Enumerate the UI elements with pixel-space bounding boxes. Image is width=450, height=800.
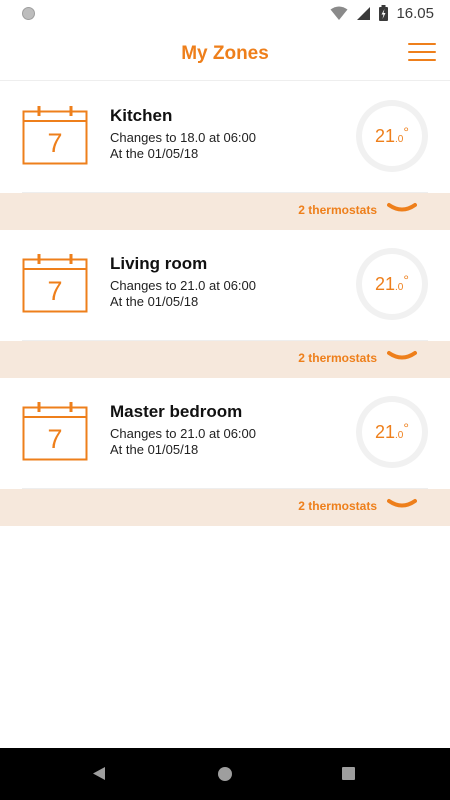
temperature-integer: 21 <box>375 125 396 146</box>
thermostats-toggle[interactable]: 2 thermostats <box>0 489 450 526</box>
thermostats-count: 2 thermostats <box>298 351 377 365</box>
degree-symbol: ° <box>403 124 409 140</box>
chevron-down-icon[interactable] <box>387 350 417 364</box>
schedule-change: Changes to 18.0 at 06:00 <box>110 130 257 145</box>
temperature-dial[interactable]: 21.0 ° <box>356 396 428 468</box>
zone-name: Kitchen <box>110 106 173 125</box>
back-icon[interactable] <box>92 766 106 786</box>
degree-symbol: ° <box>403 272 409 288</box>
zone-info: Kitchen Changes to 18.0 at 06:00 At the 01… <box>110 106 256 162</box>
zone-info: Master bedroom Changes to 21.0 at 06:00 At… <box>110 402 256 458</box>
app-bar: My Zones <box>0 26 450 81</box>
cell-signal-icon <box>356 6 371 21</box>
status-bar: 16.05 <box>0 0 450 26</box>
temperature-decimal: .0 <box>395 133 404 145</box>
zones-list: 7 Kitchen Changes to 18.0 at 06:00 At the 0… <box>0 82 450 526</box>
zone-card[interactable]: 7 Kitchen Changes to 18.0 at 06:00 At the 0… <box>0 82 450 193</box>
temperature-dial[interactable]: 21.0 ° <box>356 248 428 320</box>
degree-symbol: ° <box>403 420 409 436</box>
zone-name: Living room <box>110 254 208 273</box>
notification-dot-icon <box>22 7 35 20</box>
home-icon[interactable] <box>218 767 232 781</box>
temperature-integer: 21 <box>375 273 396 294</box>
thermostats-count: 2 thermostats <box>298 203 377 217</box>
schedule-date: At the 01/05/18 <box>110 294 199 309</box>
thermostats-toggle[interactable]: 2 thermostats <box>0 193 450 230</box>
battery-charging-icon <box>379 5 389 21</box>
thermostats-toggle[interactable]: 2 thermostats <box>0 341 450 378</box>
schedule-date: At the 01/05/18 <box>110 146 199 161</box>
zone-info: Living room Changes to 21.0 at 06:00 At th… <box>110 254 256 310</box>
wifi-icon <box>330 6 348 21</box>
calendar-icon: 7 <box>22 401 88 461</box>
temperature-decimal: .0 <box>395 281 404 293</box>
temperature-decimal: .0 <box>395 429 404 441</box>
hamburger-menu-icon[interactable] <box>408 40 436 64</box>
temperature-readout: 21.0 ° <box>362 106 422 166</box>
calendar-icon: 7 <box>22 253 88 313</box>
calendar-icon: 7 <box>22 105 88 165</box>
chevron-down-icon[interactable] <box>387 498 417 512</box>
system-nav-bar <box>0 748 450 800</box>
schedule-change: Changes to 21.0 at 06:00 <box>110 278 257 293</box>
temperature-readout: 21.0 ° <box>362 254 422 314</box>
clock: 16.05 <box>396 4 434 22</box>
temperature-dial[interactable]: 21.0 ° <box>356 100 428 172</box>
status-icons: 16.05 <box>330 4 434 22</box>
temperature-readout: 21.0 ° <box>362 402 422 462</box>
recents-icon[interactable] <box>342 767 355 780</box>
zone-card[interactable]: 7 Living room Changes to 21.0 at 06:00 At t… <box>0 230 450 341</box>
schedule-date: At the 01/05/18 <box>110 442 199 457</box>
zone-name: Master bedroom <box>110 402 243 421</box>
schedule-change: Changes to 21.0 at 06:00 <box>110 426 257 441</box>
page-title: My Zones <box>181 43 269 64</box>
thermostats-count: 2 thermostats <box>298 499 377 513</box>
zone-card[interactable]: 7 Master bedroom Changes to 21.0 at 06:00 A… <box>0 378 450 489</box>
calendar-day: 7 <box>47 128 63 158</box>
chevron-down-icon[interactable] <box>387 202 417 216</box>
calendar-day: 7 <box>47 424 63 454</box>
calendar-day: 7 <box>47 276 63 306</box>
temperature-integer: 21 <box>375 421 396 442</box>
